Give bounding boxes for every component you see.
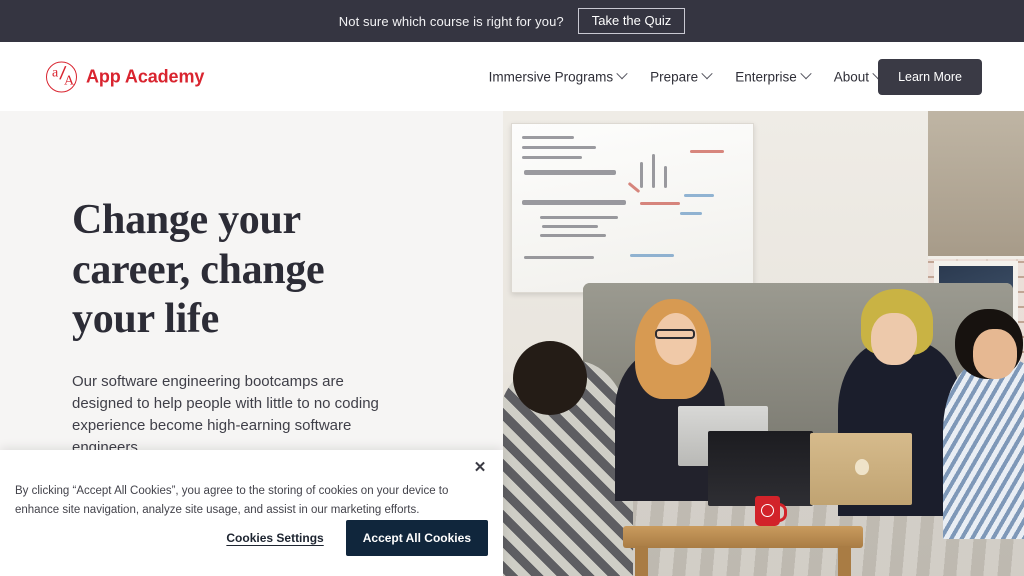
hero-heading-line-3: your life — [72, 296, 220, 343]
nav-label: Prepare — [650, 69, 699, 84]
photo-app-academy-mug — [755, 496, 787, 526]
close-icon[interactable]: ✕ — [471, 459, 489, 477]
photo-student-left-head — [513, 341, 587, 415]
photo-mug-logo-icon — [761, 504, 774, 517]
nav-item-prepare[interactable]: Prepare — [650, 68, 713, 84]
brand-name: App Academy — [86, 66, 205, 86]
nav-label: Enterprise — [735, 69, 797, 84]
nav-item-enterprise[interactable]: Enterprise — [735, 68, 812, 84]
chevron-down-icon — [616, 68, 628, 80]
photo-table-leg — [635, 546, 648, 576]
photo-table-leg — [838, 546, 851, 576]
cookie-consent-banner: ✕ By clicking “Accept All Cookies”, you … — [0, 450, 503, 576]
nav-item-immersive-programs[interactable]: Immersive Programs — [488, 68, 628, 84]
chevron-down-icon — [800, 68, 812, 80]
hero-heading-line-1: Change your — [72, 197, 301, 243]
nav-label: Immersive Programs — [488, 69, 614, 84]
logo-letter-a-uppercase: A — [64, 73, 75, 88]
accept-all-cookies-button[interactable]: Accept All Cookies — [345, 520, 488, 556]
learn-more-button[interactable]: Learn More — [878, 58, 982, 95]
take-the-quiz-button[interactable]: Take the Quiz — [577, 8, 686, 34]
hero-subtitle: Our software engineering bootcamps are d… — [72, 372, 379, 457]
photo-window-shade — [928, 111, 1024, 259]
hero-heading-line-2: career, change — [72, 246, 325, 293]
hero-heading: Change your career, change your life — [72, 196, 472, 345]
photo-coffee-table — [623, 526, 863, 576]
hero-copy: Change your career, change your life Our… — [72, 196, 472, 459]
site-header: a / A App Academy Immersive Programs Pre… — [0, 42, 1024, 111]
photo-laptop-black — [708, 431, 813, 506]
chevron-down-icon — [701, 68, 713, 80]
primary-navigation: Immersive Programs Prepare Enterprise Ab… — [488, 68, 884, 84]
nav-label: About — [833, 69, 869, 84]
cookie-banner-actions: Cookies Settings Accept All Cookies — [226, 520, 488, 556]
page-root: Not sure which course is right for you? … — [0, 0, 1024, 576]
photo-student-right — [943, 359, 1024, 539]
photo-student-right-face — [973, 329, 1017, 379]
brand-logo[interactable]: a / A App Academy — [46, 61, 204, 92]
nav-item-about[interactable]: About — [833, 68, 884, 84]
photo-glasses-icon — [655, 329, 695, 339]
hero-photo — [503, 111, 1024, 576]
photo-whiteboard — [511, 123, 754, 293]
cookie-banner-text: By clicking “Accept All Cookies”, you ag… — [15, 485, 449, 516]
app-academy-circle-icon: a / A — [46, 61, 77, 92]
photo-apple-logo-icon — [855, 459, 869, 475]
announcement-text: Not sure which course is right for you? — [338, 13, 564, 29]
announcement-bar: Not sure which course is right for you? … — [0, 0, 1024, 42]
photo-student-woman-face — [655, 313, 697, 365]
photo-student-blond-face — [871, 313, 917, 365]
logo-letter-a-lowercase: a — [52, 65, 59, 80]
cookies-settings-button[interactable]: Cookies Settings — [226, 531, 323, 545]
